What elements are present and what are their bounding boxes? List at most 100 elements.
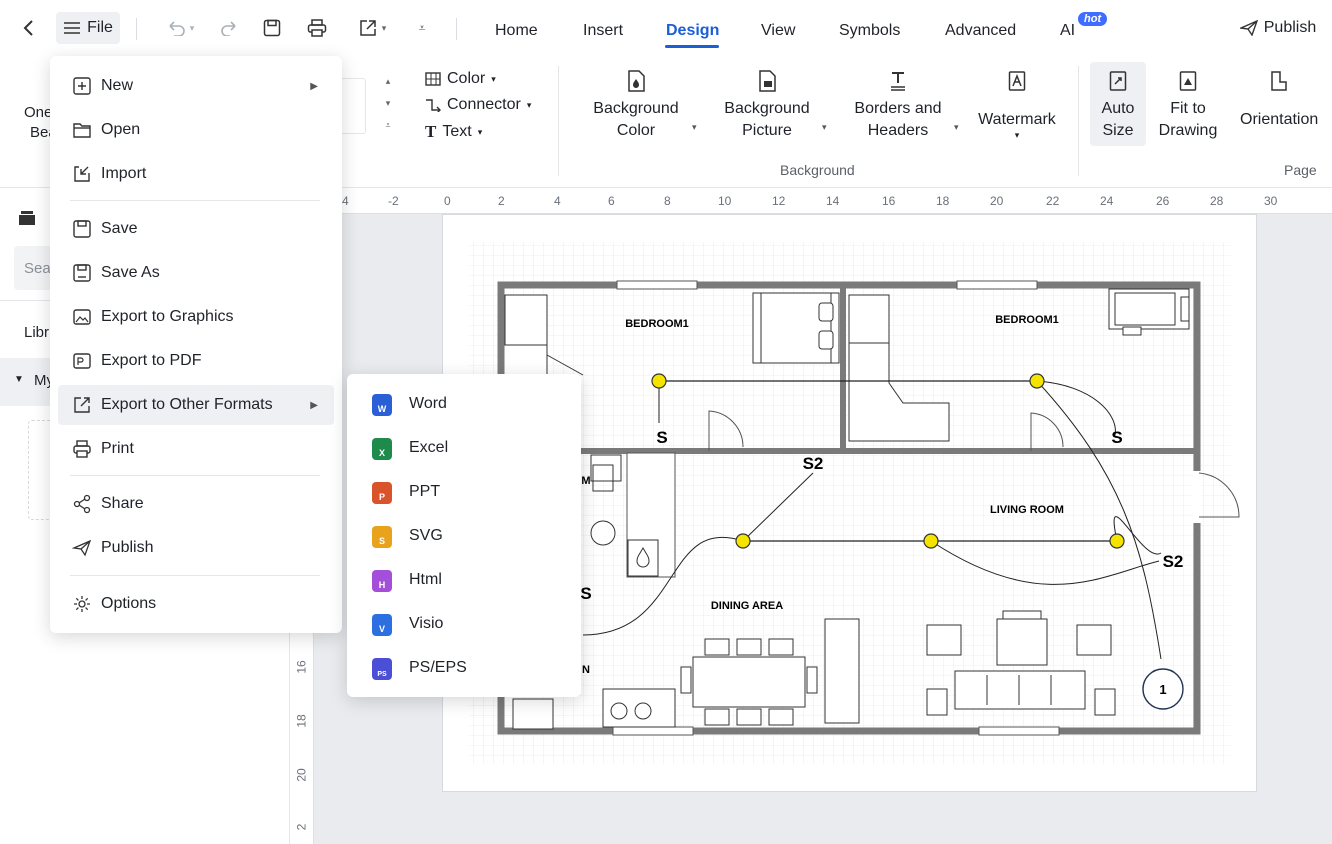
ruler-tick: 2 [498,194,505,208]
html-icon: H [372,570,392,592]
watermark-button[interactable]: Watermark ▾ [974,70,1060,140]
tab-view[interactable]: View [761,22,795,40]
light-fixture[interactable] [1029,373,1045,389]
ruler-tick: 20 [294,768,309,782]
ruler-tick: 18 [936,194,950,208]
search-placeholder: Sea [24,260,51,277]
menu-item-new[interactable]: New ▶ [58,66,334,106]
ruler-tick: 16 [882,194,896,208]
menu-item-export-other[interactable]: Export to Other Formats ▶ [58,385,334,425]
cabinet [505,344,548,376]
ruler-tick: 18 [294,714,309,728]
chair [704,638,730,656]
word-icon: W [372,394,392,416]
export-html[interactable]: H Html [355,560,573,600]
undo-icon [169,21,185,36]
ruler-tick: 22 [1046,194,1060,208]
auto-size-button[interactable]: Auto Size [1090,62,1146,146]
menu-item-label: Import [101,165,147,182]
back-icon[interactable] [14,12,42,44]
export-button[interactable]: ▾ [350,12,394,44]
ruler-tick: -2 [388,194,399,208]
menu-item-label: New [101,77,134,94]
share-icon [73,494,91,514]
menu-separator [70,475,320,476]
background-color-label: Color [616,122,656,139]
import-icon [74,166,90,182]
auto-size-label: Size [1102,122,1134,139]
tab-advanced[interactable]: Advanced [945,22,1016,40]
menu-item-open[interactable]: Open [58,110,334,150]
chevron-down-icon[interactable]: ▾ [692,122,697,133]
ribbon-partial-label: One [24,104,53,121]
chevron-down-icon[interactable]: ▾ [954,122,959,133]
export-svg[interactable]: S SVG [355,516,573,556]
undo-button[interactable]: ▾ [158,12,202,44]
chevron-down-icon[interactable]: ▾ [822,122,827,133]
style-gallery-edge [340,78,366,134]
redo-button[interactable] [218,12,242,44]
export-excel[interactable]: X Excel [355,428,573,468]
svg-icon: S [372,526,392,548]
menu-item-share[interactable]: Share [58,484,334,524]
export-format-label: Visio [409,615,444,632]
menu-item-save[interactable]: Save [58,209,334,249]
color-button[interactable]: Color ▾ [425,70,496,88]
menu-item-label: Print [101,440,134,457]
orientation-button[interactable]: Orientation [1236,70,1332,131]
export-visio[interactable]: V Visio [355,604,573,644]
menu-item-print[interactable]: Print [58,429,334,469]
text-button[interactable]: T Text ▾ [425,122,482,142]
menu-item-label: Save As [101,264,160,281]
menu-item-export-pdf[interactable]: Export to PDF [58,341,334,381]
cabinet [590,454,622,482]
menu-item-export-graphics[interactable]: Export to Graphics [58,297,334,337]
fit-to-drawing-button[interactable]: Fit to Drawing [1154,70,1222,142]
menu-item-save-as[interactable]: Save As [58,253,334,293]
menu-item-options[interactable]: Options [58,584,334,624]
wardrobe [848,294,890,344]
menu-item-import[interactable]: Import [58,154,334,194]
connector-button[interactable]: Connector ▾ [425,96,531,114]
background-color-button[interactable]: Background Color [590,70,682,142]
background-picture-button[interactable]: Background Picture [720,70,814,142]
chair [736,638,762,656]
export-word[interactable]: W Word [355,384,573,424]
save-button[interactable] [260,12,284,44]
light-fixture[interactable] [651,373,667,389]
more-icon[interactable]: ⩡ [412,12,432,44]
tab-ai[interactable]: AI [1060,22,1075,40]
separator [558,66,559,176]
bed [1108,288,1190,330]
library-icon[interactable] [18,210,36,226]
menu-item-publish[interactable]: Publish [58,528,334,568]
ruler-tick: 8 [664,194,671,208]
background-picture-label: Background [724,100,810,117]
gallery-scroll[interactable]: ▴ ▾ ⩡ [382,70,394,136]
export-ppt[interactable]: P PPT [355,472,573,512]
watermark-icon [1008,71,1026,91]
tab-design[interactable]: Design [666,22,719,40]
menu-item-label: Export to Other Formats [101,396,273,413]
borders-headers-button[interactable]: Borders and Headers [850,70,946,142]
palette-icon [425,72,441,86]
separator [1078,66,1079,176]
export-formats-submenu: W Word X Excel P PPT S SVG H Html V Visi… [347,374,581,697]
publish-button[interactable]: Publish [1238,12,1318,44]
armchair [926,624,962,656]
visio-icon: V [372,614,392,636]
sofa [954,670,1086,710]
light-fixture[interactable] [1109,533,1125,549]
light-fixture[interactable] [923,533,939,549]
fit-to-drawing-label: Fit to [1170,100,1206,117]
tab-home[interactable]: Home [495,22,538,40]
light-fixture[interactable] [735,533,751,549]
file-menu-button[interactable]: File [56,12,120,44]
switch-label: S2 [1163,552,1184,571]
chair [680,666,692,694]
tab-insert[interactable]: Insert [583,22,623,40]
chair [1122,326,1142,336]
tab-symbols[interactable]: Symbols [839,22,900,40]
print-button[interactable] [304,12,330,44]
export-ps-eps[interactable]: PS PS/EPS [355,648,573,688]
